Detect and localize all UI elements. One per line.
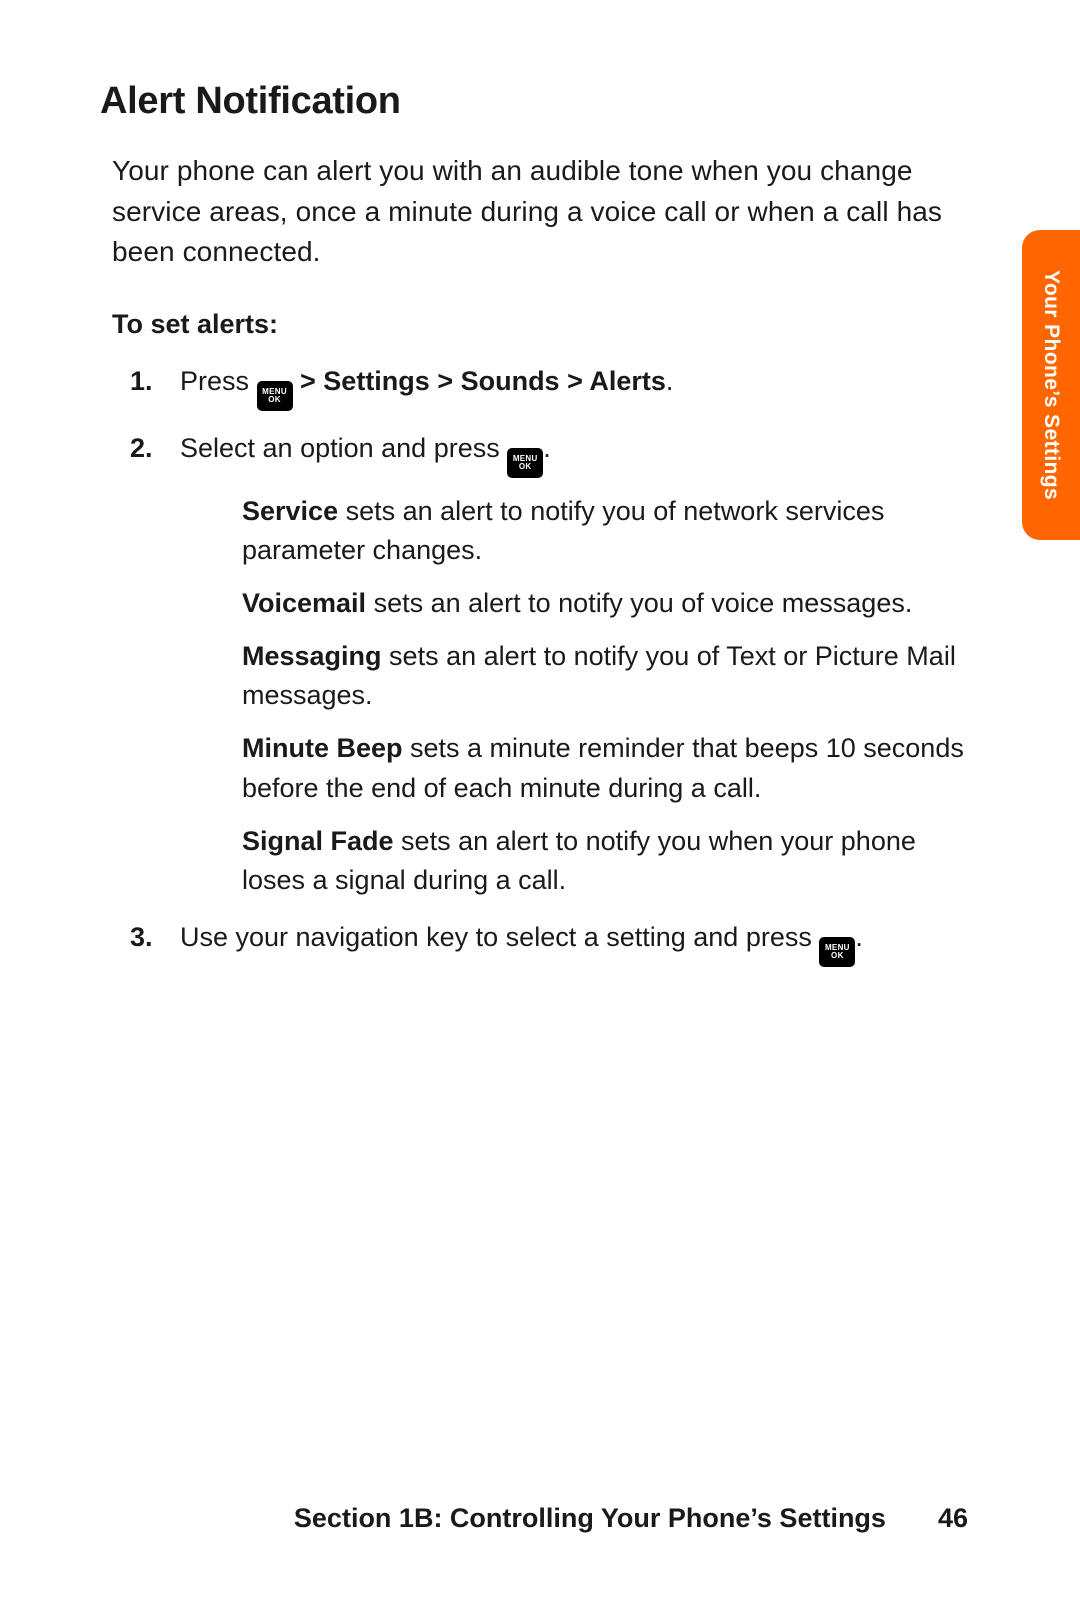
step-item: 3. Use your navigation key to select a s… [112,918,985,967]
menu-ok-key-icon: MENUOK [819,937,855,967]
step-item: 2. Select an option and press MENUOK. Se… [112,429,985,900]
definitions-list: Service sets an alert to notify you of n… [180,492,985,900]
manual-page: Alert Notification Your phone can alert … [0,0,1080,1620]
step-text-pre: Use your navigation key to select a sett… [180,922,819,952]
definition-item: Messaging sets an alert to notify you of… [180,637,985,715]
step-text-post: . [855,922,863,952]
footer-page-number: 46 [938,1503,968,1534]
step-number: 2. [130,429,153,468]
definition-item: Service sets an alert to notify you of n… [180,492,985,570]
page-footer: Section 1B: Controlling Your Phone’s Set… [0,1503,1080,1534]
definition-term: Voicemail [242,588,366,618]
page-title: Alert Notification [100,80,985,123]
definition-item: Signal Fade sets an alert to notify you … [180,822,985,900]
definition-term: Service [242,496,338,526]
step-text-pre: Press [180,366,257,396]
steps-list: 1. Press MENUOK > Settings > Sounds > Al… [112,362,985,967]
side-tab-label: Your Phone’s Settings [1039,270,1063,500]
definition-desc: sets an alert to notify you of voice mes… [366,588,912,618]
step-number: 1. [130,362,153,401]
definition-term: Signal Fade [242,826,394,856]
step-number: 3. [130,918,153,957]
menu-ok-key-icon: MENUOK [507,448,543,478]
step-text-post: . [666,366,674,396]
steps-heading: To set alerts: [112,309,985,340]
definition-term: Messaging [242,641,382,671]
step-text-pre: Select an option and press [180,433,507,463]
definition-item: Minute Beep sets a minute reminder that … [180,729,985,807]
step-text-post: . [543,433,551,463]
step-item: 1. Press MENUOK > Settings > Sounds > Al… [112,362,985,411]
definition-desc: sets an alert to notify you of network s… [242,496,884,565]
side-tab: Your Phone’s Settings [1022,230,1080,540]
intro-paragraph: Your phone can alert you with an audible… [112,151,985,273]
menu-ok-key-icon: MENUOK [257,381,293,411]
footer-section-label: Section 1B: Controlling Your Phone’s Set… [294,1503,886,1534]
definition-term: Minute Beep [242,733,403,763]
step-text-nav-path: > Settings > Sounds > Alerts [293,366,666,396]
definition-item: Voicemail sets an alert to notify you of… [180,584,985,623]
